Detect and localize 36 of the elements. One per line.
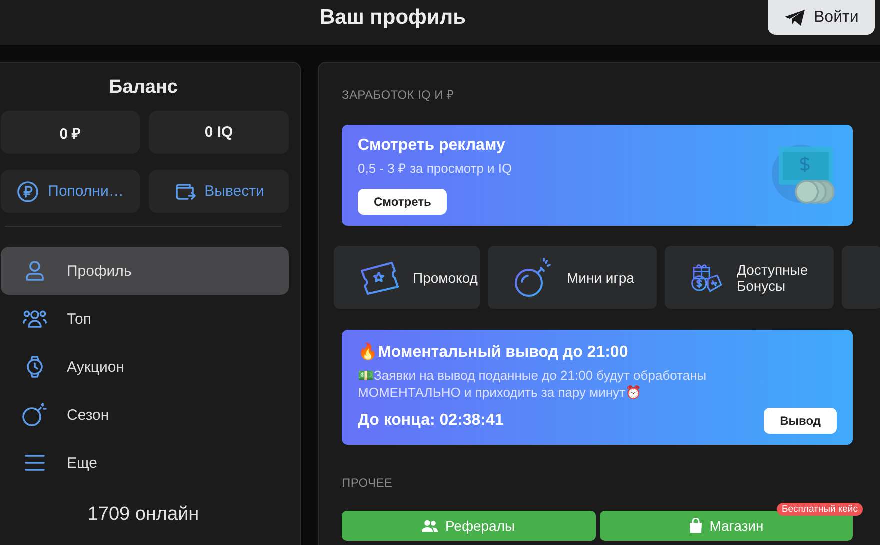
deposit-button[interactable]: Пополни… [1,170,140,213]
login-button[interactable]: Войти [768,0,875,35]
bomb-icon [513,258,553,298]
online-count: 1709 онлайн [86,504,200,526]
section-heading: ЗАРАБОТОК IQ И ₽ [342,87,456,103]
ad-title: Смотреть рекламу [358,137,506,155]
paper-plane-icon [784,8,806,26]
shopping-bag-icon [688,518,703,534]
withdraw-button[interactable]: Вывод [764,408,837,434]
nav-item[interactable]: Еще [1,439,289,487]
ruble-coin-icon [17,180,40,202]
nav-item[interactable]: Топ [1,295,289,343]
bomb-icon [22,403,48,427]
free-case-badge: Бесплатный кейс [776,503,863,516]
menu-tile[interactable]: Промокод [334,246,480,309]
promo-title: 🔥Моментальный вывод до 21:00 [358,342,628,362]
balance-title: Баланс [108,77,179,99]
ticket-icon [359,260,399,294]
balance-amount: 0 ₽ [1,111,140,154]
user-icon [24,260,46,282]
section-heading: ПРОЧЕЕ [342,476,394,490]
users-group-icon [22,308,48,330]
balance-amount: 0 IQ [149,111,289,154]
nav-item[interactable]: Аукцион [1,343,289,391]
menu-icon [24,453,46,473]
watch-button[interactable]: Смотреть [358,189,448,215]
menu-tile[interactable]: Доступные Бонусы [665,246,834,309]
promo-text: 💵Заявки на вывод поданные до 21:00 будут обработаны МОМЕНТАЛЬНО и приходить за пару минут⏰ [358,367,708,401]
ad-subtitle: 0,5 - 3 ₽ за просмотр и IQ [358,160,512,177]
nav-item[interactable]: Сезон [1,391,289,439]
nav-item[interactable]: Профиль [1,247,289,295]
page-title: Ваш профиль [320,6,466,30]
countdown-timer: До конца: 02:38:41 [358,412,504,430]
users-icon [422,520,438,532]
menu-tile[interactable]: Мини игра [488,246,657,309]
withdraw-button[interactable]: Вывести [149,170,289,213]
